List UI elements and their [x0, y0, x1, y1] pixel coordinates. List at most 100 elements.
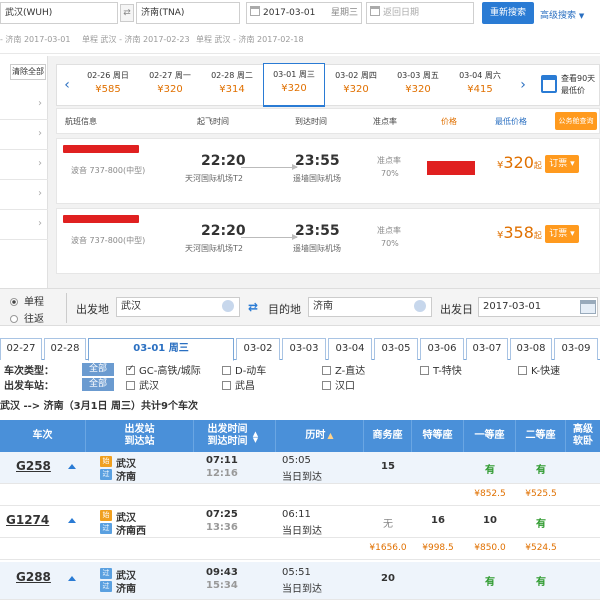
- col-business: 商务座: [364, 420, 412, 452]
- history-item[interactable]: 单程 武汉 - 济南 2017-02-23: [82, 34, 190, 45]
- train-row[interactable]: G288 过 武汉 过 济南 09:43 15:34 05:51 当日到达 20…: [0, 562, 600, 600]
- filter-row[interactable]: ›: [0, 180, 48, 210]
- col-times[interactable]: 出发时间 到达时间 ▲▼: [194, 420, 276, 452]
- price-premium[interactable]: ¥998.5: [412, 543, 464, 553]
- filter-row[interactable]: ›: [0, 90, 48, 120]
- col-duration[interactable]: 历时 ▲: [276, 420, 364, 452]
- view-90-day-calendar[interactable]: 查看90天最低价: [537, 65, 600, 105]
- price-business[interactable]: ¥1656.0: [362, 543, 414, 553]
- history-item[interactable]: - 济南 2017-03-01: [0, 34, 70, 45]
- ontime-rate: 70%: [381, 169, 399, 178]
- price-second[interactable]: ¥525.5: [516, 489, 566, 499]
- start-station-badge: 始: [100, 456, 112, 467]
- date-price-cell[interactable]: 03-04 周六 ¥415: [449, 65, 511, 105]
- arrow-right-icon: [241, 164, 298, 170]
- checkbox-checked-icon: [126, 364, 135, 375]
- prev-dates-button[interactable]: ‹: [57, 65, 77, 105]
- header-depart-time[interactable]: 起飞时间: [197, 116, 229, 127]
- date-price-cell[interactable]: 02-27 周一 ¥320: [139, 65, 201, 105]
- expand-up-icon[interactable]: [68, 518, 76, 523]
- aircraft-type[interactable]: 波音 737-800(中型): [71, 235, 145, 246]
- filter-row[interactable]: ›: [0, 120, 48, 150]
- price-first[interactable]: ¥850.0: [464, 543, 516, 553]
- date-tab[interactable]: 03-05: [374, 338, 418, 360]
- date-price-cell-selected[interactable]: 03-01 周三 ¥320: [263, 63, 325, 107]
- pass-station-badge: 过: [100, 523, 112, 534]
- expand-up-icon[interactable]: [68, 464, 76, 469]
- header-lowest-price[interactable]: 最低价格: [495, 116, 527, 127]
- date-tab[interactable]: 03-08: [510, 338, 552, 360]
- date-tab[interactable]: 03-03: [282, 338, 326, 360]
- col-soft-sleeper: 高级 软卧: [573, 424, 593, 447]
- header-arrive-time[interactable]: 到达时间: [295, 116, 327, 127]
- date-tab[interactable]: 03-06: [420, 338, 464, 360]
- business-class-button[interactable]: 公务舱查询: [555, 112, 597, 130]
- date-tab[interactable]: 02-28: [44, 338, 86, 360]
- one-way-radio[interactable]: 单程: [10, 293, 44, 308]
- expand-up-icon[interactable]: [68, 576, 76, 581]
- date-tab[interactable]: 03-07: [466, 338, 508, 360]
- airline-name-redacted: [63, 215, 139, 223]
- checkbox-icon: [420, 366, 429, 375]
- price-first[interactable]: ¥852.5: [464, 489, 516, 499]
- filter-row[interactable]: ›: [0, 210, 48, 240]
- location-pin-icon[interactable]: [222, 300, 234, 312]
- train-number[interactable]: G258: [16, 459, 51, 473]
- col-train: 车次: [0, 420, 86, 452]
- duration: 06:11: [282, 509, 311, 520]
- price-suffix: 起: [533, 161, 542, 170]
- next-dates-button[interactable]: ›: [513, 65, 533, 105]
- all-stations-button[interactable]: 全部: [82, 378, 114, 391]
- search-again-button[interactable]: 重新搜索: [482, 2, 534, 24]
- station-wuhan-checkbox[interactable]: 武汉: [126, 377, 159, 392]
- date-price-cell[interactable]: 03-02 周四 ¥320: [325, 65, 387, 105]
- seat-business: 15: [381, 461, 395, 472]
- filter-z-checkbox[interactable]: Z-直达: [322, 362, 365, 377]
- filter-row[interactable]: ›: [0, 150, 48, 180]
- depart-time: 22:20: [201, 223, 246, 239]
- train-number[interactable]: G1274: [6, 513, 49, 527]
- date-price-cell[interactable]: 02-26 周日 ¥585: [77, 65, 139, 105]
- date-tab-selected[interactable]: 03-01 周三: [88, 338, 234, 361]
- round-trip-radio[interactable]: 往返: [10, 310, 44, 325]
- train-row[interactable]: G258 始 武汉 过 济南 07:11 12:16 05:05 当日到达 15…: [0, 452, 600, 484]
- train-row[interactable]: G1274 始 武汉 过 济南西 07:25 13:36 06:11 当日到达 …: [0, 506, 600, 538]
- flight-filter-sidebar: 清除全部 › › › › ›: [0, 56, 48, 288]
- station-wuchang-checkbox[interactable]: 武昌: [222, 377, 255, 392]
- date-tab[interactable]: 03-04: [328, 338, 372, 360]
- filter-k-checkbox[interactable]: K-快速: [518, 362, 560, 377]
- date-tab[interactable]: 03-02: [236, 338, 280, 360]
- location-pin-icon[interactable]: [414, 300, 426, 312]
- date-label: 出发日: [440, 303, 473, 316]
- calendar-icon[interactable]: [580, 300, 596, 314]
- station-hankou-checkbox[interactable]: 汉口: [322, 377, 355, 392]
- from-city-input[interactable]: 武汉(WUH): [0, 2, 118, 24]
- col-stations[interactable]: 出发站 到达站: [86, 420, 194, 452]
- aircraft-type[interactable]: 波音 737-800(中型): [71, 165, 145, 176]
- swap-stations-button[interactable]: ⇄: [248, 300, 258, 314]
- header-price[interactable]: 价格: [441, 116, 457, 127]
- date-price-cell[interactable]: 02-28 周二 ¥314: [201, 65, 263, 105]
- header-ontime[interactable]: 准点率: [373, 116, 397, 127]
- history-item[interactable]: 单程 武汉 - 济南 2017-02-18: [196, 34, 304, 45]
- train-number[interactable]: G288: [16, 570, 51, 584]
- sort-icon: ▲▼: [251, 430, 260, 442]
- depart-date-input[interactable]: 2017-03-01 星期三: [246, 2, 362, 24]
- book-button[interactable]: 订票 ▾: [545, 225, 579, 243]
- all-types-button[interactable]: 全部: [82, 363, 114, 376]
- filter-t-checkbox[interactable]: T-特快: [420, 362, 462, 377]
- chevron-down-icon: ▼: [578, 12, 585, 20]
- date-tab[interactable]: 03-09: [554, 338, 598, 360]
- date-price-cell[interactable]: 03-03 周五 ¥320: [387, 65, 449, 105]
- return-date-input[interactable]: 返回日期: [366, 2, 474, 24]
- filter-d-checkbox[interactable]: D-动车: [222, 362, 266, 377]
- book-button[interactable]: 订票 ▾: [545, 155, 579, 173]
- arrive-day: 当日到达: [282, 526, 322, 537]
- price-second[interactable]: ¥524.5: [516, 543, 566, 553]
- swap-cities-button[interactable]: ⇄: [120, 4, 134, 22]
- to-city-input[interactable]: 济南(TNA): [136, 2, 240, 24]
- advanced-search-link[interactable]: 高级搜索 ▼: [540, 8, 584, 21]
- clear-all-filters-button[interactable]: 清除全部: [10, 64, 46, 80]
- filter-gc-checkbox[interactable]: GC-高铁/城际: [126, 362, 201, 377]
- date-tab[interactable]: 02-27: [0, 338, 42, 360]
